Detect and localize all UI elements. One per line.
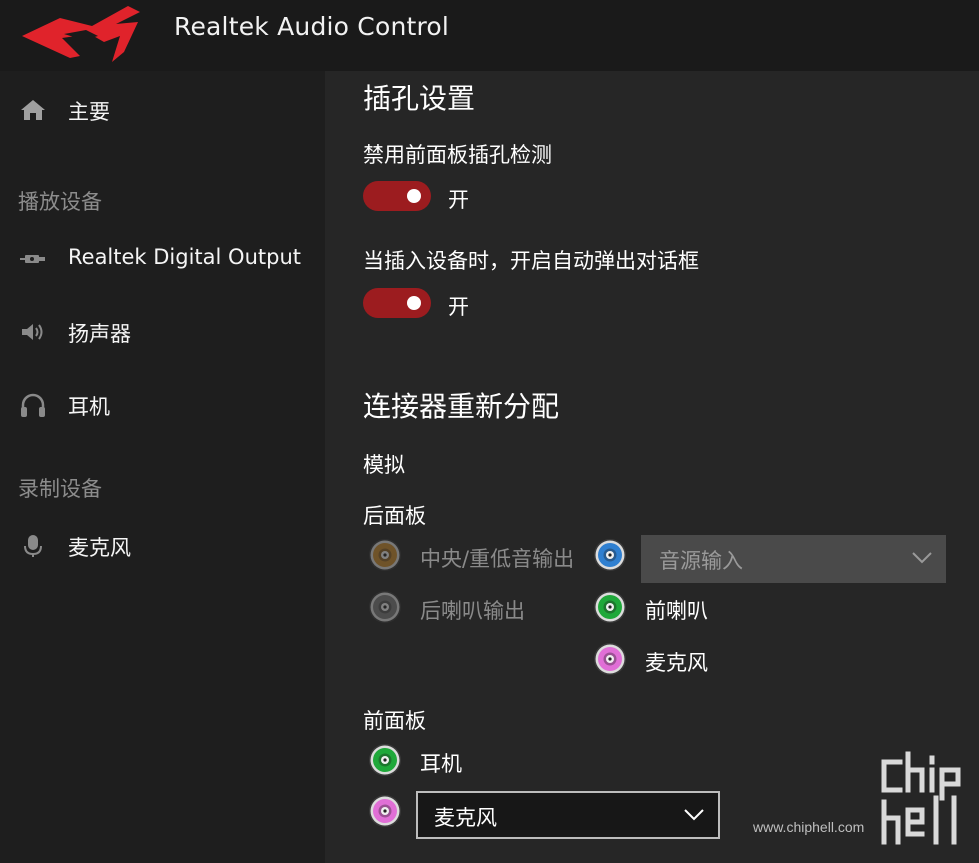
headphones-icon [21, 393, 45, 417]
sidebar-item-label: 扬声器 [68, 322, 131, 346]
sidebar-item-home[interactable]: 主要 [0, 86, 325, 134]
chevron-down-icon [912, 552, 932, 564]
sidebar: 主要 播放设备 Realtek Digital Output 扬声器 耳机 录制… [0, 71, 325, 863]
chevron-down-icon [684, 809, 704, 821]
blue-jack-function-select: 音源输入 [641, 535, 946, 583]
auto-popup-toggle[interactable] [363, 288, 431, 318]
toggle-knob [407, 296, 421, 310]
main-content: 插孔设置 禁用前面板插孔检测 开 当插入设备时，开启自动弹出对话框 开 连接器重… [325, 71, 979, 863]
sidebar-item-label: 主要 [68, 100, 110, 124]
front-green-jack-icon[interactable] [368, 743, 402, 777]
orange-jack-icon [369, 539, 401, 571]
sidebar-item-label: Realtek Digital Output [68, 245, 301, 269]
sidebar-item-speaker[interactable]: 扬声器 [0, 308, 325, 356]
pink-jack-icon[interactable] [593, 642, 627, 676]
home-icon [21, 100, 45, 120]
jack-label-headphones: 耳机 [420, 752, 462, 776]
sidebar-item-label: 耳机 [68, 395, 110, 419]
blue-jack-icon [594, 539, 626, 571]
gray-jack-icon [369, 591, 401, 623]
jack-label-rear-speaker: 后喇叭输出 [420, 599, 525, 623]
digital-output-icon [20, 255, 45, 263]
jack-label-microphone: 麦克风 [645, 651, 708, 675]
analog-label: 模拟 [363, 453, 405, 477]
playback-section-header: 播放设备 [18, 190, 102, 214]
sidebar-item-headphones[interactable]: 耳机 [0, 381, 325, 429]
jack-label-front-speaker: 前喇叭 [645, 599, 708, 623]
sidebar-item-digital-output[interactable]: Realtek Digital Output [0, 235, 325, 283]
auto-popup-state: 开 [448, 295, 469, 319]
watermark-text: www.chiphell.com [753, 819, 865, 835]
toggle-knob [407, 189, 421, 203]
rog-logo-icon [22, 6, 140, 62]
app-title: Realtek Audio Control [174, 12, 450, 41]
disable-front-detect-label: 禁用前面板插孔检测 [363, 143, 552, 167]
select-value: 麦克风 [434, 806, 497, 830]
sidebar-item-microphone[interactable]: 麦克风 [0, 522, 325, 570]
jack-settings-title: 插孔设置 [363, 82, 476, 115]
title-bar: Realtek Audio Control [0, 0, 979, 71]
green-jack-icon[interactable] [593, 590, 627, 624]
chiphell-logo-icon [881, 751, 961, 845]
disable-front-detect-toggle[interactable] [363, 181, 431, 211]
disable-front-detect-state: 开 [448, 188, 469, 212]
connector-reassign-title: 连接器重新分配 [363, 390, 560, 423]
front-pink-jack-function-select[interactable]: 麦克风 [416, 791, 720, 839]
front-pink-jack-icon[interactable] [368, 794, 402, 828]
microphone-icon [24, 535, 42, 557]
sidebar-item-label: 麦克风 [68, 536, 131, 560]
front-panel-label: 前面板 [363, 709, 426, 733]
recording-section-header: 录制设备 [18, 477, 102, 501]
select-value: 音源输入 [659, 549, 743, 573]
speaker-icon [22, 324, 43, 340]
rear-panel-label: 后面板 [363, 504, 426, 528]
auto-popup-label: 当插入设备时，开启自动弹出对话框 [363, 249, 699, 273]
jack-label-center-subwoofer: 中央/重低音输出 [420, 547, 575, 571]
